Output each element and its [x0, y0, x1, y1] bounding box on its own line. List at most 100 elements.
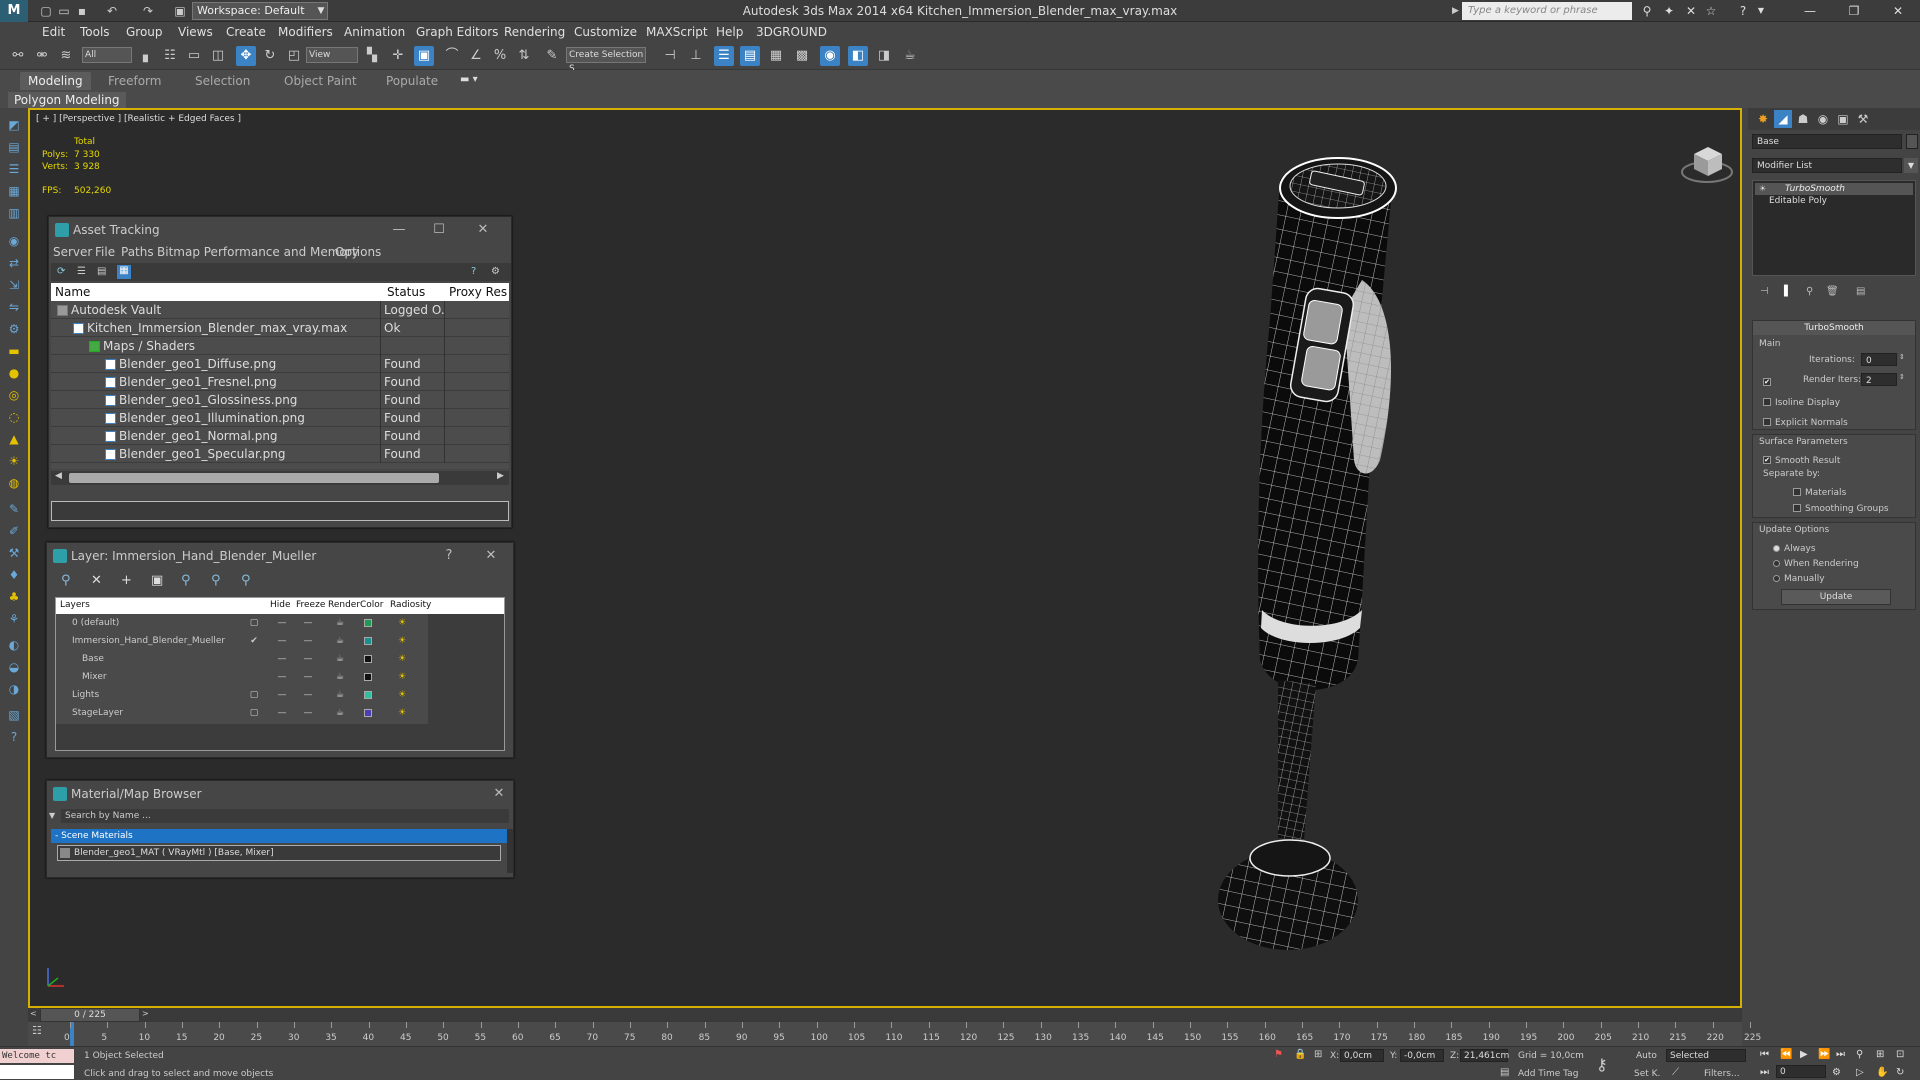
- keyboard-shortcut-override-icon[interactable]: ▣: [414, 46, 434, 66]
- link-icon[interactable]: ⚯: [8, 46, 28, 66]
- modify-tab-icon[interactable]: ◢: [1774, 110, 1792, 128]
- menu-bitmap-performance[interactable]: Bitmap Performance and Memory: [157, 243, 359, 261]
- rect-selection-icon[interactable]: ▭: [184, 46, 204, 66]
- camera-icon[interactable]: ◉: [5, 232, 23, 250]
- column-layers[interactable]: Layers: [60, 600, 90, 610]
- app-logo-icon[interactable]: M: [0, 0, 28, 22]
- undo-icon[interactable]: ↶: [104, 3, 120, 19]
- show-end-result-icon[interactable]: ▌: [1784, 286, 1792, 297]
- ribbon-options-icon[interactable]: ▬ ▾: [460, 74, 478, 85]
- stack-item-editable-poly[interactable]: Editable Poly: [1755, 195, 1913, 207]
- radiosity-toggle-icon[interactable]: ☀: [394, 668, 410, 686]
- material-browser-close-icon[interactable]: ✕: [489, 781, 509, 807]
- goto-end-icon[interactable]: ⏭: [1836, 1049, 1845, 1060]
- box-primitive-icon[interactable]: ▬: [5, 342, 23, 360]
- object-color-swatch[interactable]: [1906, 134, 1918, 149]
- layer-row[interactable]: StageLayer ▢ — — ☕ ☀: [56, 704, 428, 722]
- viewcube-icon[interactable]: [1680, 138, 1734, 186]
- menu-server[interactable]: Server: [53, 243, 92, 261]
- freeze-toggle-icon[interactable]: —: [300, 686, 316, 704]
- column-render[interactable]: Render: [328, 600, 360, 610]
- settings-icon[interactable]: ⚙: [491, 266, 503, 278]
- sphere-primitive-icon[interactable]: ●: [5, 364, 23, 382]
- create-tab-icon[interactable]: ✸: [1754, 110, 1772, 128]
- selection-filter-select[interactable]: All: [82, 47, 132, 63]
- pin-stack-icon[interactable]: ⊣: [1760, 286, 1769, 297]
- snaps-toggle-icon[interactable]: ⌒: [442, 46, 462, 66]
- isolate-selection-icon[interactable]: ⚑: [1274, 1049, 1283, 1060]
- globe-icon[interactable]: ◐: [5, 636, 23, 654]
- menu-group[interactable]: Group: [126, 22, 163, 42]
- rendered-frame-window-icon[interactable]: ◨: [874, 46, 894, 66]
- layer-color-swatch[interactable]: [360, 668, 376, 686]
- rotate-icon[interactable]: ↻: [260, 46, 280, 66]
- menu-animation[interactable]: Animation: [344, 22, 405, 42]
- edit-named-selection-icon[interactable]: ✎: [542, 46, 562, 66]
- asset-horizontal-scrollbar[interactable]: ◀ ▶: [51, 471, 509, 485]
- render-setup-icon[interactable]: ◧: [848, 46, 868, 66]
- radiosity-toggle-icon[interactable]: ☀: [394, 650, 410, 668]
- zoom-icon[interactable]: ⚲: [1856, 1049, 1863, 1060]
- toggle-ribbon-icon[interactable]: ▦: [766, 46, 786, 66]
- viewport-icon[interactable]: ◩: [5, 116, 23, 134]
- scene-explorer-icon[interactable]: ☰: [714, 46, 734, 66]
- sun-icon[interactable]: ◍: [5, 474, 23, 492]
- selection-lock-icon[interactable]: 🔒: [1294, 1049, 1306, 1060]
- when-rendering-radio[interactable]: When Rendering: [1773, 556, 1859, 569]
- spinner-snap-icon[interactable]: ⇅: [514, 46, 534, 66]
- menu-create[interactable]: Create: [226, 22, 266, 42]
- scene-material-item[interactable]: Blender_geo1_MAT ( VRayMtl ) [Base, Mixe…: [57, 845, 501, 861]
- explicit-normals-checkbox[interactable]: Explicit Normals: [1763, 415, 1848, 428]
- mirror-icon[interactable]: ⊣: [660, 46, 680, 66]
- project-folder-icon[interactable]: ▣: [172, 3, 188, 19]
- material-browser-title[interactable]: Material/Map Browser: [47, 781, 513, 807]
- zoom-all-icon[interactable]: ⊞: [1876, 1049, 1884, 1060]
- menu-3dground[interactable]: 3DGROUND: [756, 22, 827, 42]
- help-icon[interactable]: ?: [1734, 3, 1752, 19]
- y-coordinate-field[interactable]: -0,0cm: [1400, 1049, 1444, 1062]
- freeze-toggle-icon[interactable]: —: [300, 668, 316, 686]
- render-toggle-icon[interactable]: ☕: [332, 704, 348, 722]
- iterations-spinner[interactable]: 0: [1861, 353, 1897, 366]
- time-prev-icon[interactable]: <: [30, 1009, 37, 1018]
- shape-icon[interactable]: ♦: [5, 566, 23, 584]
- zoom-extents-icon[interactable]: ⊡: [1896, 1049, 1904, 1060]
- layer-row[interactable]: Mixer — — ☕ ☀: [56, 668, 428, 686]
- new-layer-icon[interactable]: ⚲: [61, 573, 71, 588]
- layer-row[interactable]: Base — — ☕ ☀: [56, 650, 428, 668]
- modifier-light-bulb-icon[interactable]: ☀: [1759, 184, 1766, 193]
- layer-box-icon[interactable]: ▢: [246, 686, 262, 704]
- paint-icon[interactable]: ✎: [5, 500, 23, 518]
- layers-icon[interactable]: ▧: [5, 706, 23, 724]
- asset-row[interactable]: Blender_geo1_Fresnel.png Found: [51, 373, 509, 391]
- highlight-layer-icon[interactable]: ⚲: [181, 573, 191, 588]
- redo-icon[interactable]: ↷: [140, 3, 156, 19]
- minimize-icon[interactable]: —: [1792, 0, 1828, 22]
- freeze-all-icon[interactable]: ⚲: [241, 573, 251, 588]
- freeze-toggle-icon[interactable]: —: [300, 704, 316, 722]
- sculpt-icon[interactable]: ⚒: [5, 544, 23, 562]
- menu-file[interactable]: File: [95, 243, 115, 261]
- filters-button[interactable]: Filters...: [1704, 1069, 1740, 1079]
- search-expand-icon[interactable]: ▶: [1452, 6, 1459, 16]
- menu-views[interactable]: Views: [178, 22, 213, 42]
- menu-help[interactable]: Help: [716, 22, 743, 42]
- auto-key-button[interactable]: Auto: [1636, 1051, 1657, 1061]
- material-editor-icon[interactable]: ◉: [820, 46, 840, 66]
- hide-toggle-icon[interactable]: —: [274, 668, 290, 686]
- column-status[interactable]: Status: [387, 283, 425, 301]
- time-config-icon[interactable]: ⚙: [1832, 1067, 1841, 1078]
- stack-item-turbosmooth[interactable]: TurboSmooth: [1755, 183, 1913, 195]
- render-iters-checkbox[interactable]: ✔: [1763, 375, 1775, 388]
- polygon-modeling-panel[interactable]: Polygon Modeling: [8, 92, 126, 108]
- percent-snap-icon[interactable]: %: [490, 46, 510, 66]
- smoothing-groups-checkbox[interactable]: Smoothing Groups: [1793, 501, 1889, 514]
- smooth-result-checkbox[interactable]: ✔ Smooth Result: [1763, 453, 1840, 466]
- time-tag-icon[interactable]: ▤: [1500, 1067, 1509, 1078]
- set-key-button[interactable]: Set K.: [1634, 1069, 1660, 1079]
- ribbon-tab-freeform[interactable]: Freeform: [108, 72, 161, 90]
- unlink-icon[interactable]: ⚮: [32, 46, 52, 66]
- material-search-input[interactable]: Search by Name ...: [61, 809, 509, 823]
- panel-icon[interactable]: ▥: [5, 204, 23, 222]
- play-icon[interactable]: ▶: [1800, 1049, 1808, 1060]
